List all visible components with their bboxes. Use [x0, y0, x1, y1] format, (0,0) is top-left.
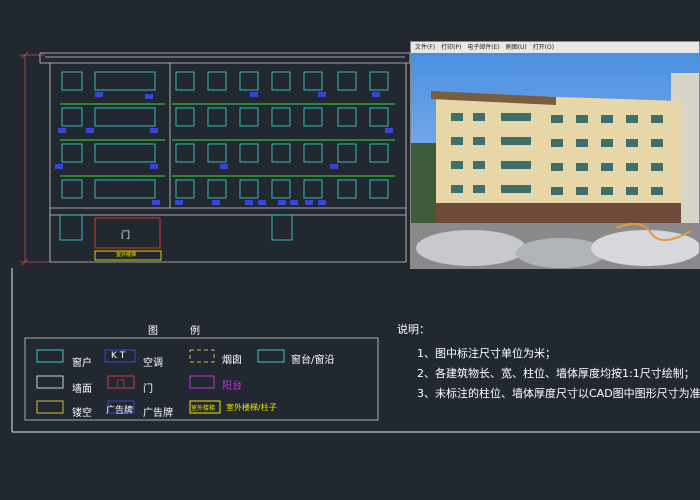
photo-image [411, 53, 699, 268]
legend-label-stair: 室外楼梯/柱子 [226, 403, 277, 412]
legend-door-swatch-text: 门 [116, 380, 126, 390]
door-label: 门 [121, 231, 131, 241]
legend-ac-swatch-text: K T [111, 351, 126, 361]
building-photo: 文件(F) 打印(P) 电子邮件(E) 刷图(U) 打开(O) [410, 41, 700, 269]
notes-line-2: 2、各建筑物长、宽、柱位、墙体厚度均按1:1尺寸绘制； [417, 367, 695, 380]
legend-label-balcony: 阳台 [222, 381, 242, 392]
ac-units [55, 92, 393, 205]
legend-label-billboard: 广告牌 [143, 408, 173, 419]
legend-label-sill: 窗台/窗沿 [291, 355, 335, 366]
menu-print[interactable]: 打印(P) [441, 44, 461, 51]
legend-label-hollow: 镂空 [72, 408, 92, 419]
legend-label-ac: 空调 [143, 358, 163, 369]
dimension-line [20, 51, 50, 266]
legend-title-left: 图 [148, 326, 158, 337]
ground-stair-label: 室外楼梯 [116, 252, 137, 258]
menu-open[interactable]: 打开(O) [533, 44, 554, 51]
notes-title: 说明： [397, 323, 430, 336]
legend-label-wall: 墙面 [72, 384, 92, 395]
notes-line-1: 1、图中标注尺寸单位为米； [417, 347, 556, 360]
legend-label-door: 门 [143, 384, 153, 395]
menu-email[interactable]: 电子邮件(E) [467, 44, 499, 51]
notes-line-3: 3、未标注的柱位、墙体厚度尺寸以CAD图中图形尺寸为准。 [417, 387, 700, 400]
legend-label-chimney: 烟囱 [222, 355, 242, 366]
legend-title-right: 例 [190, 326, 200, 337]
menu-burn[interactable]: 刷图(U) [506, 44, 527, 51]
roof-outline [39, 52, 411, 263]
legend-stair-swatch-text: 室外楼梯 [191, 405, 216, 412]
legend-label-window: 窗户 [72, 358, 92, 369]
legend-billboard-swatch-text: 广告牌 [106, 406, 134, 416]
menu-file[interactable]: 文件(F) [415, 44, 435, 51]
photo-viewer-menubar: 文件(F) 打印(P) 电子邮件(E) 刷图(U) 打开(O) [411, 42, 699, 53]
